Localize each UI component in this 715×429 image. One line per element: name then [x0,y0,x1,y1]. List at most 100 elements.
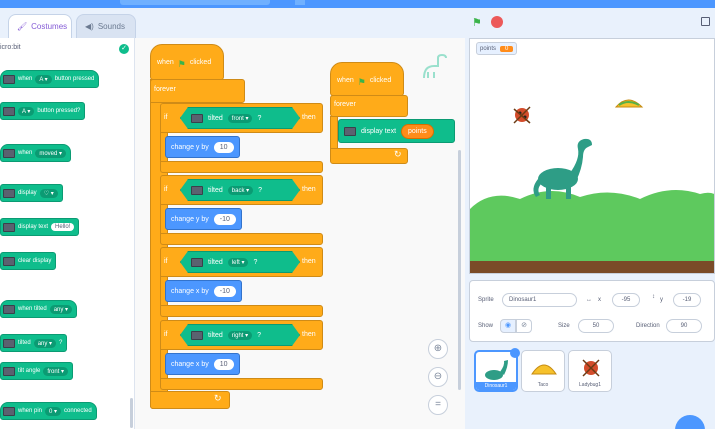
motion-block[interactable]: change y by -10 [165,208,242,230]
delete-sprite-icon[interactable] [510,348,520,358]
if-block-bottom-0[interactable] [160,161,323,173]
show-visible-icon[interactable]: ◉ [500,319,516,333]
y-position-field[interactable]: -19 [673,293,701,307]
motion-block[interactable]: change x by -10 [165,280,242,302]
palette-block-b7[interactable]: when tilted any ▾ [0,300,78,318]
tab-sounds[interactable]: ◀) Sounds [76,14,136,38]
if-label: if [164,258,168,265]
microbit-icon [3,338,15,348]
tilted-label: tilted [208,114,223,122]
palette-block-b9[interactable]: tilt angle front ▾ [0,362,74,380]
sprite-thumbnail[interactable]: Taco [521,350,565,392]
tilted-condition[interactable]: tilted left ▾? [180,251,300,273]
zoom-out-button[interactable]: ⊖ [428,367,448,387]
fullscreen-icon[interactable] [701,17,710,26]
monitor-label: points [480,45,497,52]
hat-when-label: when [157,59,174,66]
if-block-bottom-1[interactable] [160,233,323,245]
block-input[interactable]: 0 ▾ [45,406,62,416]
palette-block-b5[interactable]: display text Hello! [0,218,80,236]
dinosaur-thumb-icon [485,360,508,380]
points-variable-reporter[interactable]: points [401,123,434,139]
motion-block[interactable]: change x by 10 [165,353,240,375]
display-text-block[interactable]: display text points [338,119,455,143]
points-variable-monitor[interactable]: points 0 [476,42,518,55]
motion-value-input[interactable]: 10 [213,141,234,153]
block-input[interactable]: A ▾ [18,106,35,116]
y-label: y [660,297,663,303]
microbit-icon [3,366,15,376]
sprite-thumbnail[interactable]: Ladybug1 [568,350,612,392]
block-input[interactable]: A ▾ [35,74,52,84]
block-input[interactable]: moved ▾ [35,148,67,158]
block-input[interactable]: any ▾ [33,338,57,348]
motion-value-input[interactable]: -10 [213,285,236,297]
green-flag-button[interactable]: ⚑ [472,16,482,29]
speaker-icon: ◀) [85,22,94,31]
tilted-condition[interactable]: tilted back ▾? [180,179,300,201]
taco-thumb-icon [531,364,557,375]
hide-icon[interactable]: ⊘ [516,319,532,333]
size-field[interactable]: 50 [578,319,614,333]
sprite-name-field[interactable]: Dinosaur1 [502,293,577,307]
block-label: when [18,150,33,156]
x-arrows-icon: ↔ [586,297,592,303]
tilted-condition[interactable]: tilted right ▾? [180,324,300,346]
sprite-watermark-icon [423,53,447,79]
stop-button[interactable] [491,16,503,28]
block-label: connected [64,408,92,414]
y-arrows-icon: ↕ [652,294,655,300]
x-position-field[interactable]: -95 [612,293,640,307]
microbit-icon [3,406,15,416]
direction-dropdown[interactable]: right ▾ [228,331,252,340]
motion-block-label: change x by [171,287,209,295]
microbit-icon [191,331,203,340]
motion-block-label: change x by [171,360,209,368]
direction-dropdown[interactable]: left ▾ [228,258,249,267]
tab-costumes[interactable]: 🖌 Costumes [8,14,72,38]
then-label: then [302,258,316,265]
when-flag-clicked-hat[interactable]: when ⚑ clicked [150,44,224,80]
block-input[interactable]: ♡ ▾ [39,188,58,198]
direction-label: Direction [636,323,660,329]
workspace-scrollbar[interactable] [458,150,461,390]
forever-block-2-arm[interactable] [330,116,338,150]
if-block-bottom-3[interactable] [160,378,323,390]
block-input[interactable]: front ▾ [43,366,69,376]
question-label: ? [258,186,263,194]
motion-block[interactable]: change y by 10 [165,136,240,158]
block-label: when [18,76,33,82]
menu-bar-element[interactable] [295,0,305,5]
palette-block-b4[interactable]: display ♡ ▾ [0,184,63,202]
palette-block-b1[interactable]: when A ▾ button pressed [0,70,100,88]
palette-block-b10[interactable]: when pin 0 ▾ connected [0,402,97,420]
microbit-icon [191,114,203,123]
motion-value-input[interactable]: -10 [213,213,236,225]
motion-value-input[interactable]: 10 [213,358,234,370]
check-icon[interactable]: ✓ [119,44,129,54]
zoom-reset-button[interactable]: = [428,395,448,415]
palette-block-b3[interactable]: when moved ▾ [0,144,72,162]
tilted-condition[interactable]: tilted front ▾? [180,107,300,129]
palette-block-b2[interactable]: A ▾ button pressed? [0,102,86,120]
stage-backdrop [470,39,714,273]
question-label: ? [253,258,258,266]
tilted-label: tilted [208,258,223,266]
palette-category-title: icro:bit [0,44,21,51]
palette-scrollbar[interactable] [130,398,133,428]
direction-dropdown[interactable]: back ▾ [228,186,253,195]
if-block-bottom-2[interactable] [160,305,323,317]
palette-block-b8[interactable]: tilted any ▾? [0,334,68,352]
stage[interactable] [469,38,715,274]
sprite-thumbnail[interactable]: Dinosaur1 [474,348,520,392]
direction-field[interactable]: 90 [666,319,702,333]
block-input[interactable]: Hello! [51,223,75,231]
hat-clicked-label: clicked [369,77,392,84]
block-input[interactable]: any ▾ [49,304,73,314]
palette-block-b6[interactable]: clear display [0,252,57,270]
when-flag-clicked-hat-2[interactable]: when ⚑ clicked [330,62,404,96]
microbit-icon [3,222,15,232]
zoom-in-button[interactable]: ⊕ [428,339,448,359]
menu-bar-element[interactable] [120,0,270,5]
direction-dropdown[interactable]: front ▾ [228,114,253,123]
